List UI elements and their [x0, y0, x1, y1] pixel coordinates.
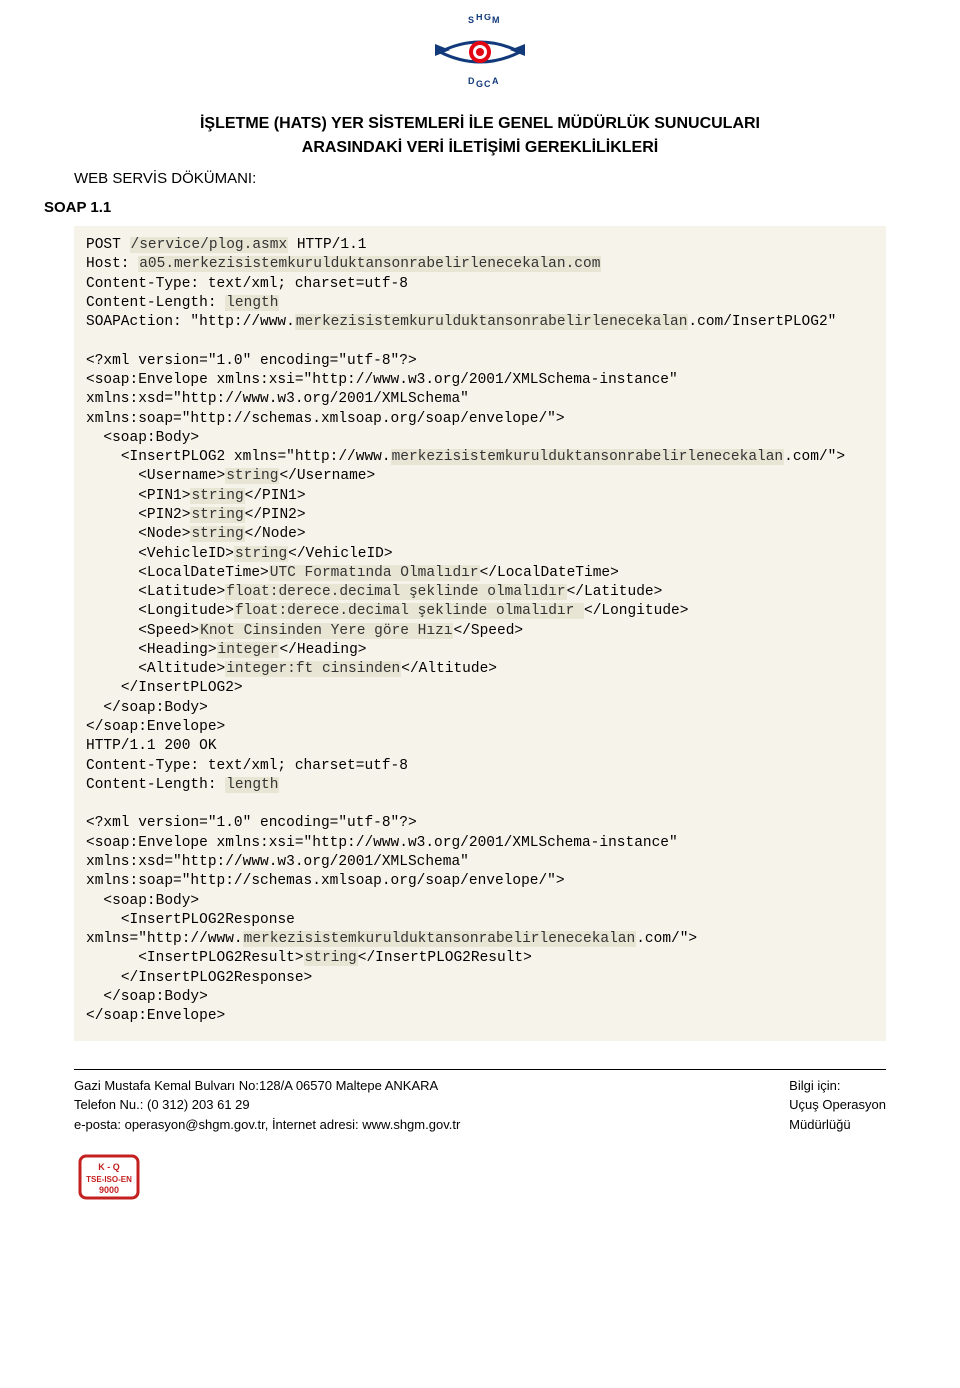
doc-title-line2: ARASINDAKİ VERİ İLETİŞİMİ GEREKLİLİKLERİ: [74, 136, 886, 160]
footer: Gazi Mustafa Kemal Bulvarı No:128/A 0657…: [74, 1076, 886, 1135]
soap-code-block: POST /service/plog.asmx HTTP/1.1 Host: a…: [74, 226, 886, 1041]
footer-info-label: Bilgi için:: [789, 1076, 886, 1096]
svg-text:G: G: [484, 14, 491, 22]
svg-text:K - Q: K - Q: [98, 1162, 120, 1172]
svg-text:9000: 9000: [99, 1185, 119, 1195]
footer-dept-2: Müdürlüğü: [789, 1115, 886, 1135]
svg-text:TSE-ISO-EN: TSE-ISO-EN: [86, 1175, 132, 1184]
footer-divider: [74, 1069, 886, 1070]
footer-phone: Telefon Nu.: (0 312) 203 61 29: [74, 1095, 460, 1115]
shgm-dgca-logo: S H G M D G C A: [410, 14, 550, 89]
footer-address: Gazi Mustafa Kemal Bulvarı No:128/A 0657…: [74, 1076, 460, 1096]
svg-text:S: S: [468, 15, 474, 25]
svg-text:H: H: [476, 14, 483, 22]
certification-badge: K - Q TSE-ISO-EN 9000: [74, 1152, 886, 1207]
doc-subtitle: WEB SERVİS DÖKÜMANI:: [74, 170, 886, 187]
svg-text:M: M: [492, 15, 500, 25]
svg-text:A: A: [492, 76, 499, 86]
footer-dept-1: Uçuş Operasyon: [789, 1095, 886, 1115]
soap-version-heading: SOAP 1.1: [44, 199, 886, 216]
doc-title-line1: İŞLETME (HATS) YER SİSTEMLERİ İLE GENEL …: [74, 112, 886, 136]
svg-text:G: G: [476, 79, 483, 89]
header-logo: S H G M D G C A: [74, 14, 886, 94]
svg-text:D: D: [468, 76, 475, 86]
svg-text:C: C: [484, 79, 491, 89]
footer-email: e-posta: operasyon@shgm.gov.tr, İnternet…: [74, 1115, 460, 1135]
